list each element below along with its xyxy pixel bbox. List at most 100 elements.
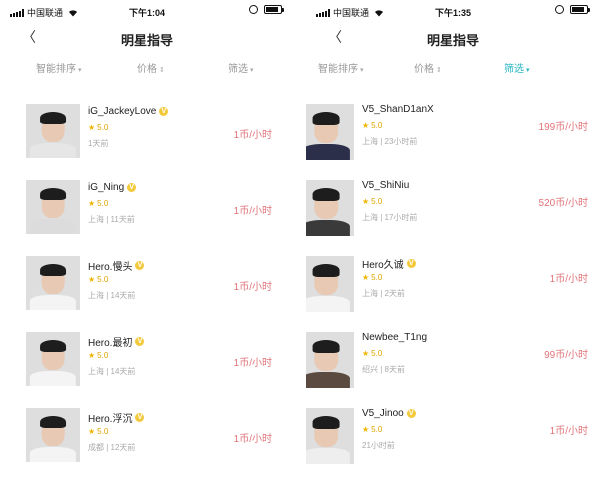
verified-icon: V — [135, 261, 145, 270]
player-name: V5_Jinoo V — [362, 408, 416, 419]
location-time: 上海 | 17小时前 — [362, 213, 418, 222]
location-time: 上海 | 14天前 — [88, 367, 136, 376]
location-time: 成都 | 12天前 — [88, 443, 136, 452]
rating-value: 5.0 — [371, 121, 383, 130]
hair — [40, 264, 66, 276]
hair — [40, 416, 66, 428]
player-name: V5_ShiNiu — [362, 180, 409, 191]
location-time: 21小时前 — [362, 441, 395, 450]
name-text: V5_Jinoo — [362, 408, 404, 419]
list-item[interactable]: Hero.最初 V ★ 5.0 上海 | 14天前 1币/小时 — [0, 326, 294, 396]
rating: ★ 5.0 — [88, 123, 108, 132]
hair — [312, 340, 340, 353]
rating: ★ 5.0 — [362, 197, 382, 206]
avatar — [26, 408, 80, 462]
verified-icon: V — [135, 413, 145, 422]
rating: ★ 5.0 — [362, 273, 382, 282]
chevron-down-icon: ▾ — [250, 67, 254, 74]
avatar — [306, 332, 354, 388]
sort-smart-filter[interactable]: 智能排序 ▾ — [318, 60, 364, 75]
player-name: iG_Ning V — [88, 182, 137, 193]
screen-filter[interactable]: 筛选 ▾ — [228, 60, 254, 75]
avatar — [306, 104, 354, 160]
verified-icon: V — [159, 107, 169, 116]
hair — [312, 112, 340, 125]
battery-level — [266, 7, 279, 12]
price: 199币/小时 — [538, 122, 588, 133]
verified-icon: V — [135, 337, 145, 346]
price: 1币/小时 — [233, 282, 272, 293]
player-name: Hero久诚 V — [362, 256, 416, 271]
price: 1币/小时 — [233, 358, 272, 369]
nav-bar: 〈 明星指导 — [0, 22, 294, 52]
rating-value: 5.0 — [97, 123, 109, 132]
shirt — [29, 142, 77, 158]
location-time: 1天前 — [88, 139, 109, 148]
page-title: 明星指导 — [426, 33, 479, 48]
avatar — [306, 180, 354, 236]
verified-icon: V — [406, 409, 416, 418]
rating: ★ 5.0 — [88, 275, 108, 284]
list-item[interactable]: V5_Jinoo V ★ 5.0 21小时前 1币/小时 — [306, 402, 600, 472]
name-text: Hero.最初 — [88, 338, 133, 349]
divider — [294, 0, 306, 481]
list-item[interactable]: V5_ShanD1anX ★ 5.0 上海 | 23小时前 199币/小时 — [306, 98, 600, 168]
name-text: iG_Ning — [88, 182, 125, 193]
rating: ★ 5.0 — [88, 199, 108, 208]
screenshot-composite: 中国联通 下午1:04 〈 明星指导 智能排序 ▾ 价格 ⇕ 筛选 ▾ iG_Jack… — [0, 0, 600, 481]
star-icon: ★ — [362, 121, 370, 130]
rating: ★ 5.0 — [88, 427, 108, 436]
location-time: 上海 | 11天前 — [88, 215, 135, 224]
avatar — [26, 256, 80, 310]
hair — [312, 264, 340, 277]
rating-value: 5.0 — [97, 199, 109, 208]
name-text: Hero.浮沉 — [88, 414, 133, 425]
player-name: Hero.最初 V — [88, 334, 145, 349]
location-time: 上海 | 14天前 — [88, 291, 136, 300]
hair — [312, 188, 340, 201]
shirt — [29, 294, 77, 310]
filter-label: 智能排序 — [36, 64, 76, 75]
filter-label: 智能排序 — [318, 64, 358, 75]
name-text: iG_JackeyLove — [88, 106, 157, 117]
sort-smart-filter[interactable]: 智能排序 ▾ — [36, 60, 82, 75]
star-icon: ★ — [362, 197, 370, 206]
hair — [40, 112, 66, 124]
list-item[interactable]: V5_ShiNiu ★ 5.0 上海 | 17小时前 520币/小时 — [306, 174, 600, 244]
list-item[interactable]: Hero久诚 V ★ 5.0 上海 | 2天前 1币/小时 — [306, 250, 600, 320]
status-right-icons — [249, 5, 284, 14]
alarm-icon — [249, 5, 258, 14]
list-item[interactable]: Hero.慢头 V ★ 5.0 上海 | 14天前 1币/小时 — [0, 250, 294, 320]
star-icon: ★ — [88, 275, 96, 284]
avatar — [306, 256, 354, 312]
shirt — [306, 144, 351, 160]
left-screen: 中国联通 下午1:04 〈 明星指导 智能排序 ▾ 价格 ⇕ 筛选 ▾ iG_Jack… — [0, 0, 294, 481]
list-item[interactable]: Newbee_T1ng ★ 5.0 绍兴 | 8天前 99币/小时 — [306, 326, 600, 396]
name-text: V5_ShanD1anX — [362, 104, 434, 115]
star-icon: ★ — [88, 123, 96, 132]
sort-price-filter[interactable]: 价格 ⇕ — [414, 60, 442, 75]
sort-price-filter[interactable]: 价格 ⇕ — [137, 60, 165, 75]
battery-icon — [570, 5, 590, 14]
list-item[interactable]: iG_Ning V ★ 5.0 上海 | 11天前 1币/小时 — [0, 174, 294, 244]
chevron-down-icon: ▾ — [360, 67, 364, 74]
rating-value: 5.0 — [371, 273, 383, 282]
screen-filter[interactable]: 筛选 ▾ — [504, 60, 530, 75]
chevron-down-icon: ▾ — [526, 67, 530, 74]
name-text: Hero久诚 — [362, 260, 404, 271]
player-name: Hero.慢头 V — [88, 258, 145, 273]
location-time: 绍兴 | 8天前 — [362, 365, 405, 374]
player-name: Newbee_T1ng — [362, 332, 427, 343]
shirt — [306, 220, 351, 236]
chevron-down-icon: ▾ — [78, 67, 82, 74]
nav-bar: 〈 明星指导 — [306, 22, 600, 52]
list-item[interactable]: iG_JackeyLove V ★ 5.0 1天前 1币/小时 — [0, 98, 294, 168]
filter-label: 筛选 — [504, 64, 524, 75]
status-right-icons — [555, 5, 590, 14]
list-item[interactable]: Hero.浮沉 V ★ 5.0 成都 | 12天前 1币/小时 — [0, 402, 294, 472]
name-text: Newbee_T1ng — [362, 332, 428, 343]
filter-label: 价格 — [137, 64, 157, 75]
price: 1币/小时 — [233, 206, 272, 217]
star-icon: ★ — [88, 427, 96, 436]
rating: ★ 5.0 — [88, 351, 108, 360]
